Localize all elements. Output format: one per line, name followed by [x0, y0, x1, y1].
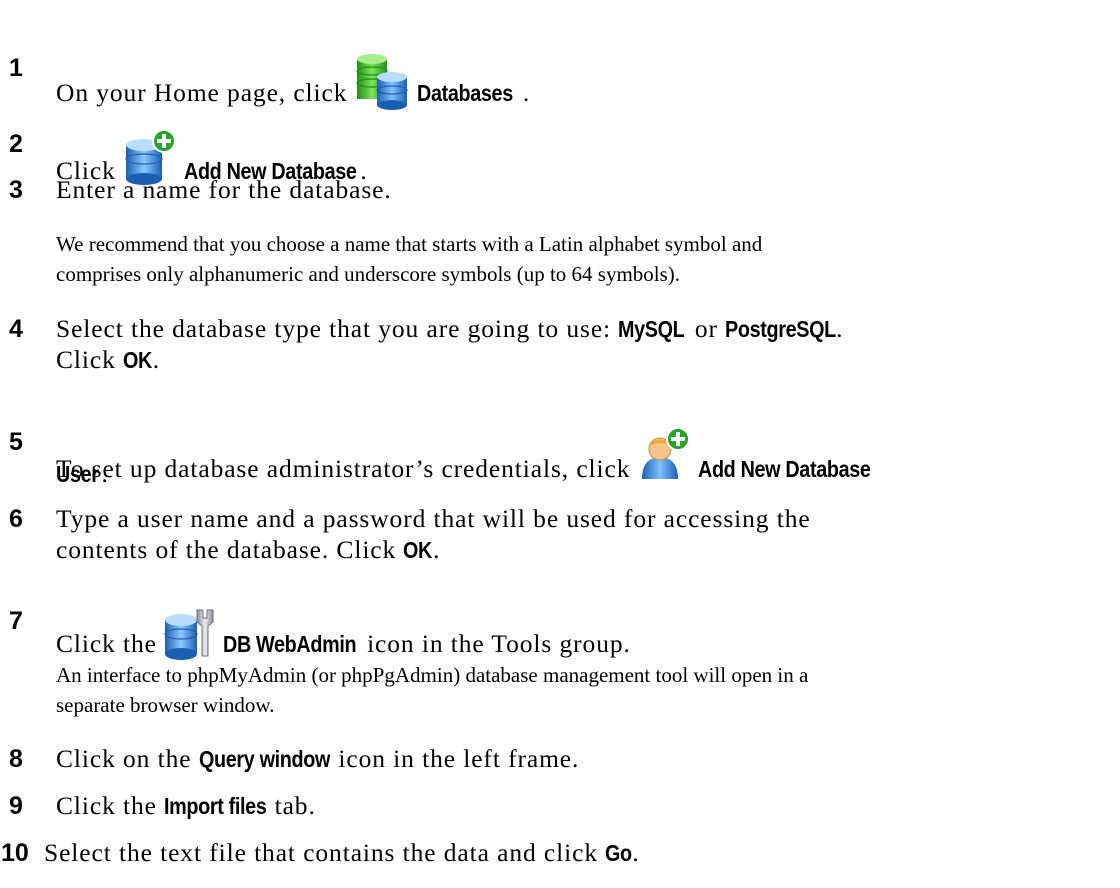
ui-label-user: User: [56, 461, 99, 487]
step-number: 1: [9, 54, 23, 82]
step-number: 8: [9, 745, 23, 773]
step-3-note: We recommend that you choose a name that…: [56, 232, 763, 286]
db-webadmin-icon: [163, 606, 217, 660]
step-text: Type a user name and a password that wil…: [56, 504, 811, 533]
step-number: 2: [9, 130, 23, 158]
step-text: Enter a name for the database.: [56, 175, 392, 204]
ui-label-ok: OK: [123, 347, 153, 373]
step-number: 10: [1, 839, 29, 867]
ui-label-databases: Databases: [417, 80, 514, 106]
ui-label-add-new-database-user: Add New Database: [698, 456, 871, 482]
step-7-note: An interface to phpMyAdmin (or phpPgAdmi…: [56, 663, 809, 717]
step-number: 5: [9, 428, 23, 456]
ui-label-ok: OK: [403, 537, 433, 563]
step-number: 9: [9, 792, 23, 820]
ui-label-go: Go: [605, 840, 633, 866]
step-number: 3: [9, 176, 23, 204]
step-number: 6: [9, 505, 23, 533]
ui-label-mysql: MySQL: [618, 316, 685, 342]
step-text: On your Home page, click: [56, 78, 348, 107]
ui-label-import-files: Import files: [164, 793, 267, 819]
ui-label-postgresql: PostgreSQL: [725, 316, 837, 342]
ui-label-query-window: Query window: [198, 746, 330, 772]
step-number: 4: [9, 315, 23, 343]
add-user-icon: [636, 427, 692, 483]
step-number: 7: [9, 607, 23, 635]
ui-label-db-webadmin: DB WebAdmin: [222, 631, 357, 657]
databases-icon: [353, 53, 411, 111]
